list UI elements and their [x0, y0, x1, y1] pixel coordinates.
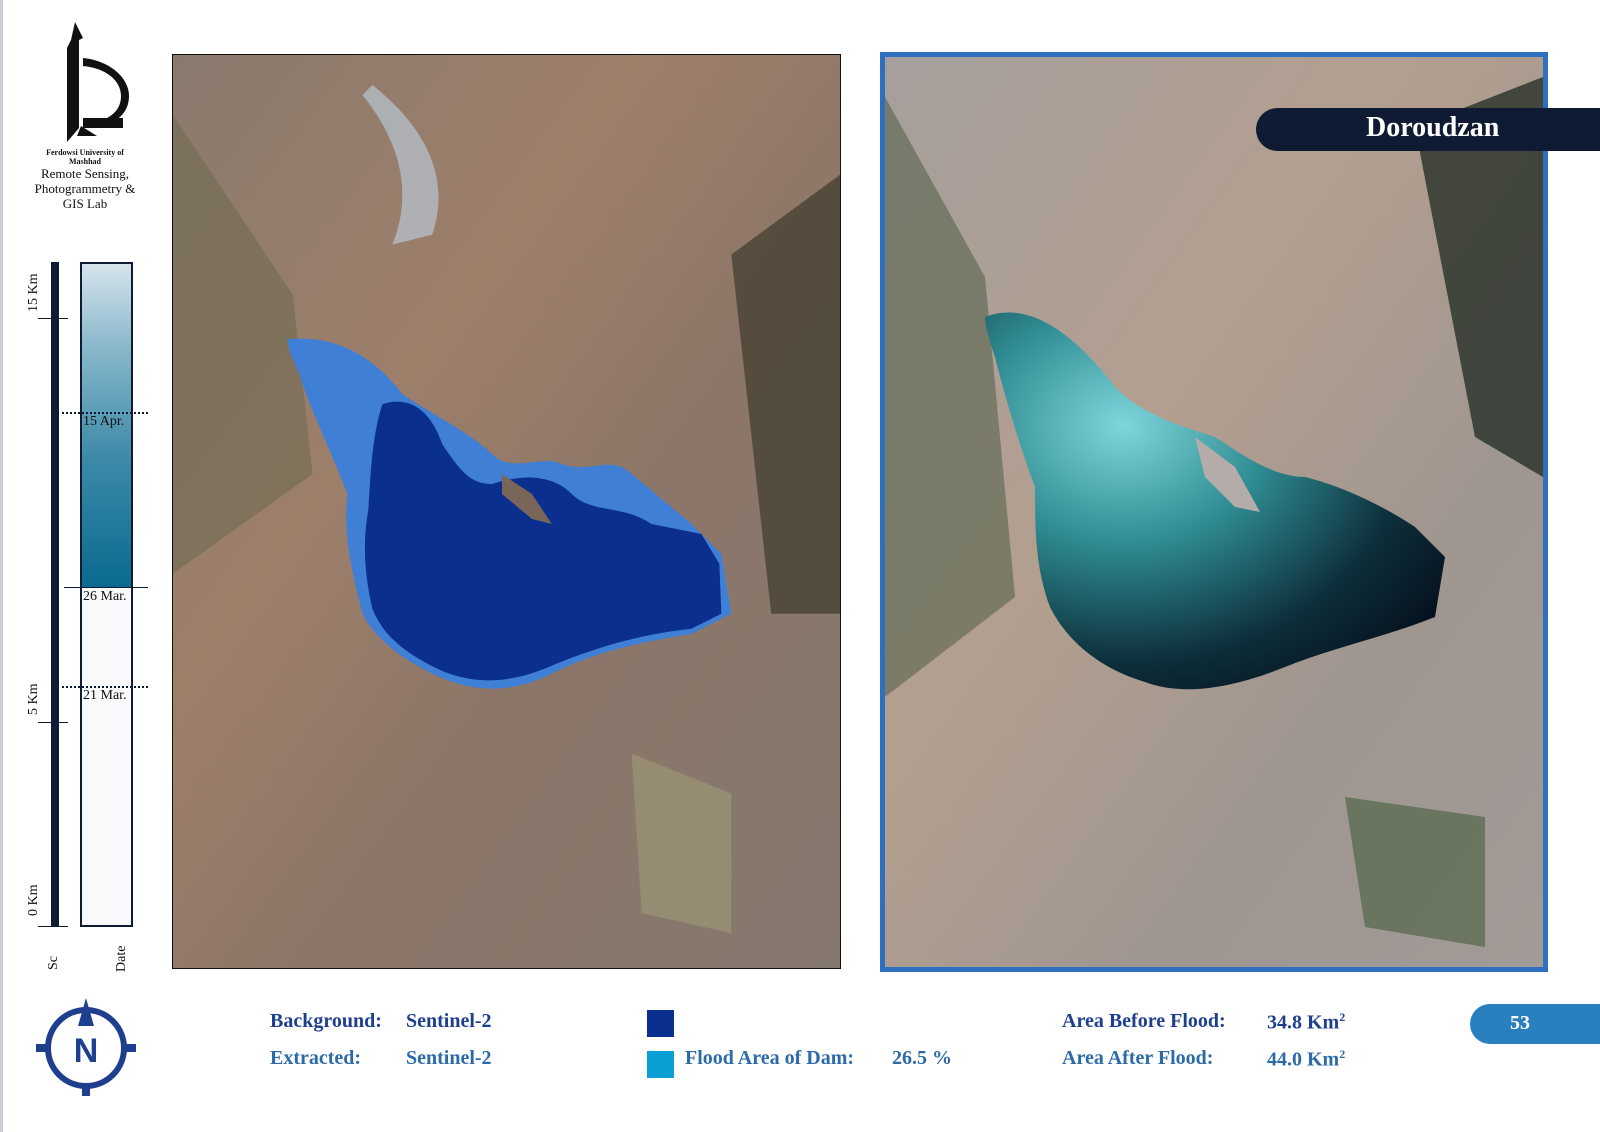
flood-area-value: 26.5 % — [892, 1047, 952, 1069]
map-title: Doroudzan — [1366, 112, 1500, 143]
scale-tick-0km — [38, 926, 68, 927]
flood-area-swatch — [647, 1051, 674, 1078]
date-label-15apr: 15 Apr. — [83, 414, 125, 429]
north-arrow-icon: N — [36, 998, 136, 1096]
area-before-unit-sup: 2 — [1339, 1010, 1346, 1024]
scale-label-15km: 15 Km — [26, 273, 41, 313]
scale-caption: Sc — [46, 956, 61, 970]
page-number-badge: 53 — [1470, 1004, 1600, 1044]
area-after-label: Area After Flood: — [1062, 1047, 1214, 1069]
scale-tick-5km — [38, 722, 68, 723]
university-name: Ferdowsi University of Mashhad — [46, 148, 124, 166]
area-after-unit-sup: 2 — [1339, 1047, 1346, 1061]
logo-emblem-icon — [67, 22, 129, 142]
university-logo: Ferdowsi University of Mashhad Remote Se… — [30, 18, 140, 211]
area-before-number: 34.8 Km — [1267, 1011, 1340, 1034]
flood-extraction-map — [172, 54, 841, 969]
compass-letter: N — [74, 1032, 99, 1070]
area-before-label: Area Before Flood: — [1062, 1010, 1226, 1032]
date-label-21mar: 21 Mar. — [83, 688, 127, 703]
map-title-badge: Doroudzan — [1256, 108, 1600, 151]
post-flood-image — [885, 57, 1543, 967]
date-caption: Date — [114, 945, 129, 972]
background-label: Background: — [270, 1010, 382, 1032]
area-after-number: 44.0 Km — [1267, 1048, 1340, 1071]
background-value: Sentinel-2 — [406, 1010, 492, 1032]
date-label-26mar: 26 Mar. — [83, 589, 127, 604]
scale-label-0km: 0 Km — [26, 884, 41, 917]
page-edge-line — [0, 0, 3, 1132]
extracted-value: Sentinel-2 — [406, 1047, 492, 1069]
lab-name: Remote Sensing, Photogrammetry & GIS Lab — [34, 166, 136, 211]
date-tick-26mar — [64, 587, 148, 588]
page-number: 53 — [1510, 1012, 1530, 1034]
scale-bar — [51, 262, 59, 927]
before-flood-swatch — [647, 1010, 674, 1037]
extracted-label: Extracted: — [270, 1047, 362, 1069]
scale-label-5km: 5 Km — [26, 683, 41, 716]
scale-tick-15km — [38, 318, 68, 319]
area-after-value: 44.0 Km2 — [1267, 1047, 1345, 1072]
area-before-value: 34.8 Km2 — [1267, 1010, 1345, 1035]
flood-area-label: Flood Area of Dam: — [685, 1047, 855, 1069]
